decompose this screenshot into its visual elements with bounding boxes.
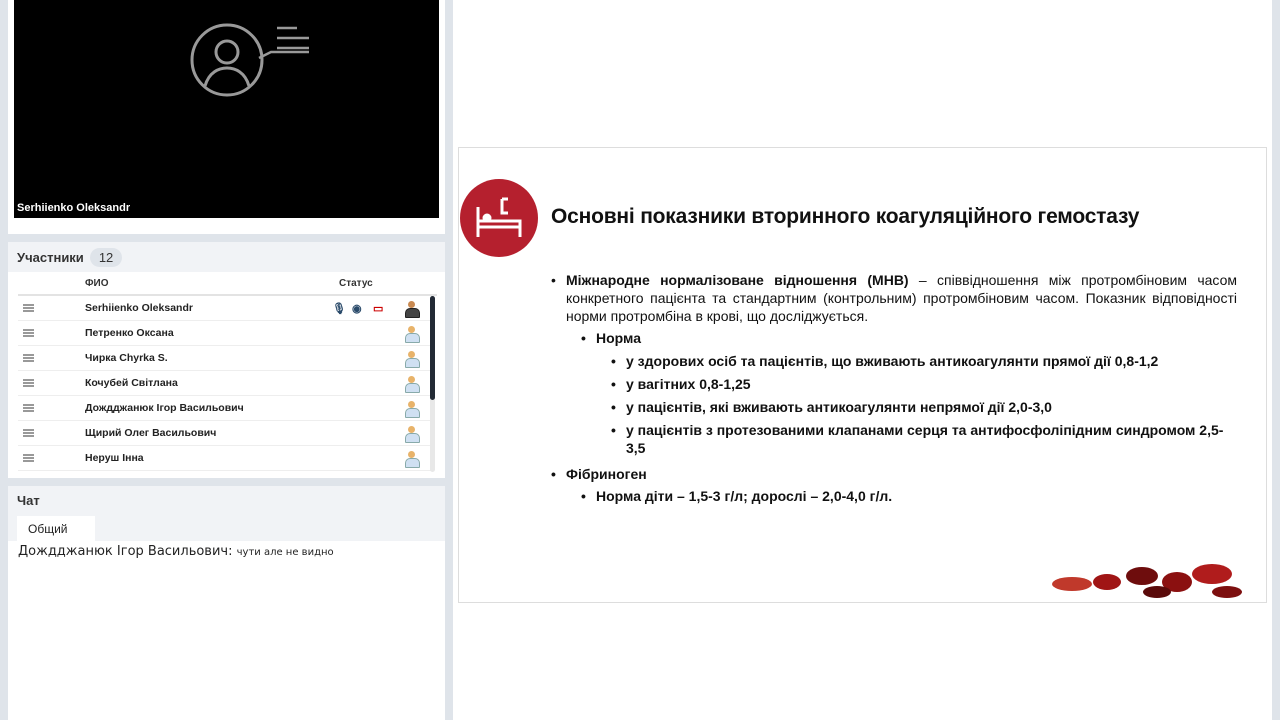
participant-row[interactable]: Дождджанюк Ігор Васильович	[18, 396, 431, 421]
inr-term: Міжнародне нормалізоване відношення (МНВ…	[566, 272, 909, 288]
hospital-bed-icon	[460, 179, 538, 257]
drag-handle-icon[interactable]	[23, 329, 34, 337]
fibrinogen-norm: Норма діти – 1,5-3 г/л; дорослі – 2,0-4,…	[551, 487, 1237, 505]
participants-scrollbar[interactable]	[430, 296, 435, 472]
norm-item: у пацієнтів, які вживають антикоагулянти…	[551, 398, 1237, 416]
video-screen[interactable]: Serhiienko Oleksandr	[14, 0, 439, 218]
norm-item: у вагітних 0,8-1,25	[551, 375, 1237, 393]
participant-name: Петренко Оксана	[85, 327, 174, 339]
presenter-icon	[405, 301, 420, 318]
presentation-area: Основні показники вторинного коагуляційн…	[453, 0, 1272, 720]
microphone-icon[interactable]: 🎙	[332, 302, 346, 315]
participants-count: 12	[89, 247, 123, 267]
chat-text: чути але не видно	[236, 547, 334, 558]
participant-row[interactable]: Кочубей Світлана	[18, 371, 431, 396]
chat-author: Дождджанюк Ігор Васильович:	[18, 544, 233, 559]
participant-name: Дождджанюк Ігор Васильович	[85, 402, 244, 414]
chat-title: Чат	[17, 493, 40, 508]
drag-handle-icon[interactable]	[23, 429, 34, 437]
drag-handle-icon[interactable]	[23, 404, 34, 412]
participant-row[interactable]: Щирий Олег Васильович	[18, 421, 431, 446]
right-edge	[1272, 0, 1280, 720]
drag-handle-icon[interactable]	[23, 304, 34, 312]
fibrinogen-label: Фібриноген	[551, 465, 1237, 483]
norm-item: у здорових осіб та пацієнтів, що вживают…	[551, 352, 1237, 370]
slide: Основні показники вторинного коагуляційн…	[458, 147, 1267, 603]
screen-share-off-icon[interactable]: ▭	[373, 302, 383, 315]
participant-row[interactable]: Неруш Інна	[18, 446, 431, 471]
left-panel: Serhiienko Oleksandr Участники 12 ФИО Стат…	[8, 0, 445, 720]
user-icon	[405, 451, 420, 468]
drag-handle-icon[interactable]	[23, 454, 34, 462]
blood-cells-image	[1052, 564, 1242, 598]
participant-name: Чирка Chyrka S.	[85, 352, 168, 364]
user-icon	[405, 326, 420, 343]
drag-handle-icon[interactable]	[23, 354, 34, 362]
participant-name: Неруш Інна	[85, 452, 144, 464]
chat-message: Дождджанюк Ігор Васильович: чути але не …	[8, 541, 445, 562]
user-icon	[405, 376, 420, 393]
video-panel: Serhiienko Oleksandr	[8, 0, 445, 234]
slide-body: Міжнародне нормалізоване відношення (МНВ…	[551, 271, 1237, 510]
col-name: ФИО	[85, 278, 109, 289]
col-status: Статус	[339, 278, 373, 289]
participant-name: Щирий Олег Васильович	[85, 427, 217, 439]
participant-name: Serhiienko Oleksandr	[85, 302, 193, 314]
norm-label: Норма	[551, 329, 1237, 347]
participants-panel: Участники 12 ФИО Статус Serhiienko Oleksan…	[8, 242, 445, 478]
chat-panel: Чат Общий Дождджанюк Ігор Васильович: чу…	[8, 486, 445, 720]
participant-name: Кочубей Світлана	[85, 377, 178, 389]
drag-handle-icon[interactable]	[23, 379, 34, 387]
user-icon	[405, 426, 420, 443]
participants-title: Участники	[17, 249, 84, 265]
user-speaking-icon	[190, 23, 309, 97]
norm-item: у пацієнтів з протезованими клапанами се…	[551, 421, 1237, 457]
user-icon	[405, 401, 420, 418]
webcam-icon[interactable]: ◉	[352, 302, 362, 315]
chat-tab-general[interactable]: Общий	[17, 516, 95, 541]
user-icon	[405, 351, 420, 368]
participant-row[interactable]: Чирка Chyrka S.	[18, 346, 431, 371]
participant-row[interactable]: Петренко Оксана	[18, 321, 431, 346]
video-participant-name: Serhiienko Oleksandr	[17, 202, 131, 214]
slide-title: Основні показники вторинного коагуляційн…	[551, 205, 1140, 228]
bullet-inr: Міжнародне нормалізоване відношення (МНВ…	[551, 271, 1237, 325]
participant-row[interactable]: Serhiienko Oleksandr 🎙 ◉ ▭	[18, 296, 431, 321]
